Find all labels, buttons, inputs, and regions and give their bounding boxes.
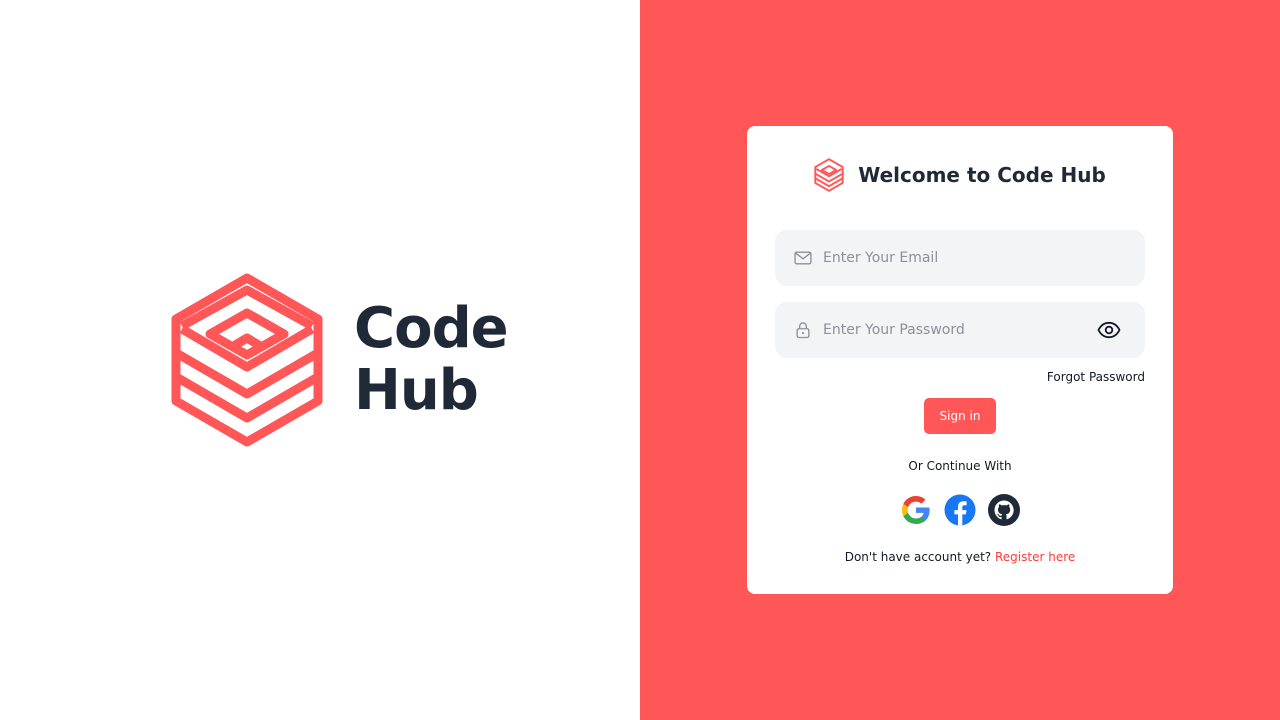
email-input[interactable] bbox=[823, 230, 1145, 286]
login-title: Welcome to Code Hub bbox=[858, 163, 1106, 187]
mail-icon bbox=[794, 251, 812, 265]
register-prompt-line: Don't have account yet? Register here bbox=[747, 550, 1173, 564]
password-field-container[interactable] bbox=[775, 302, 1145, 358]
login-card: Welcome to Code Hub Forgot Password Sign… bbox=[747, 126, 1173, 594]
login-panel: Welcome to Code Hub Forgot Password Sign… bbox=[640, 0, 1280, 720]
eye-icon[interactable] bbox=[1097, 318, 1121, 342]
code-hub-logo bbox=[171, 273, 323, 447]
facebook-icon[interactable] bbox=[944, 494, 976, 526]
brand-name-line2: Hub bbox=[354, 358, 479, 423]
card-header: Welcome to Code Hub bbox=[747, 158, 1173, 192]
sign-in-button[interactable]: Sign in bbox=[924, 398, 996, 434]
or-continue-with: Or Continue With bbox=[908, 459, 1012, 473]
brand-name-line1: Code bbox=[354, 296, 509, 361]
brand-name: Code Hub bbox=[354, 296, 509, 423]
register-link[interactable]: Register here bbox=[995, 550, 1075, 564]
forgot-password-link[interactable]: Forgot Password bbox=[1047, 370, 1145, 384]
code-hub-mini-logo bbox=[814, 158, 844, 192]
github-icon[interactable] bbox=[988, 494, 1020, 526]
password-input[interactable] bbox=[823, 302, 1097, 358]
brand-panel: Code Hub bbox=[0, 0, 640, 720]
brand-lockup: Code Hub bbox=[170, 272, 509, 448]
google-icon[interactable] bbox=[900, 494, 932, 526]
register-prompt: Don't have account yet? bbox=[844, 550, 992, 564]
email-field-container[interactable] bbox=[775, 230, 1145, 286]
social-login-row bbox=[747, 494, 1173, 526]
lock-icon bbox=[796, 322, 810, 339]
